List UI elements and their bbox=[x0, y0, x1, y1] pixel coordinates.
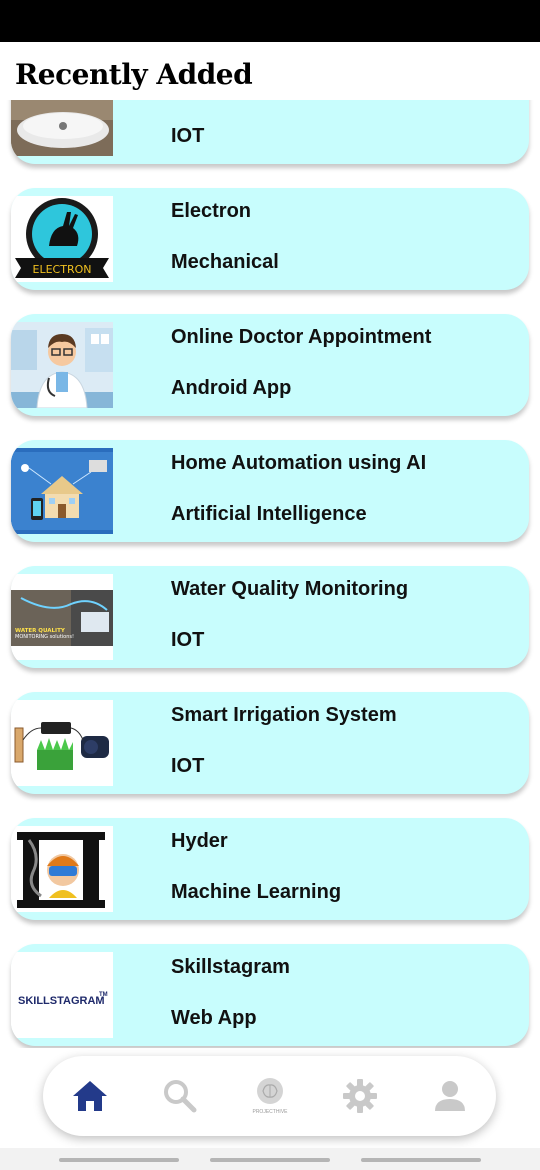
gear-icon bbox=[343, 1079, 377, 1113]
nav-projects-caption: PROJECTHIVE bbox=[252, 1109, 288, 1115]
nav-projects-button[interactable]: PROJECTHIVE bbox=[250, 1076, 290, 1116]
irrigation-thumbnail bbox=[11, 700, 113, 786]
search-icon bbox=[164, 1080, 197, 1113]
status-bar bbox=[0, 0, 540, 42]
project-card[interactable]: Online Doctor Appointment Android App bbox=[11, 314, 529, 416]
hyder-logo-thumbnail bbox=[11, 826, 113, 912]
project-category: IOT bbox=[171, 755, 205, 777]
project-title: Hyder bbox=[171, 830, 228, 852]
project-card[interactable]: IOT bbox=[11, 100, 529, 164]
home-icon bbox=[73, 1081, 107, 1111]
project-list[interactable]: IOT ELECTRON Electron Mechanical Online … bbox=[0, 100, 540, 1048]
project-title: Water Quality Monitoring bbox=[171, 578, 409, 600]
project-category: IOT bbox=[171, 629, 205, 651]
gesture-segment bbox=[210, 1158, 330, 1162]
project-title: Electron bbox=[171, 200, 252, 222]
project-title: Smart Irrigation System bbox=[171, 704, 397, 726]
user-icon bbox=[435, 1081, 465, 1111]
project-category: Android App bbox=[171, 377, 292, 399]
gesture-segment bbox=[59, 1158, 179, 1162]
doctor-thumbnail bbox=[11, 322, 113, 408]
electron-logo-text: ELECTRON bbox=[33, 263, 92, 276]
water-quality-thumbnail: WATER QUALITY MONITORING solutions! bbox=[11, 574, 113, 660]
project-category: Machine Learning bbox=[171, 881, 342, 903]
project-card[interactable]: ELECTRON Electron Mechanical bbox=[11, 188, 529, 290]
project-card[interactable]: Hyder Machine Learning bbox=[11, 818, 529, 920]
trademark-text: TM bbox=[99, 992, 108, 998]
page-title: Recently Added bbox=[15, 58, 253, 91]
water-text-2: MONITORING solutions! bbox=[15, 634, 74, 640]
project-title: Skillstagram bbox=[171, 956, 290, 978]
project-card[interactable]: SKILLSTAGRAM TM Skillstagram Web App bbox=[11, 944, 529, 1046]
bottom-navigation: PROJECTHIVE bbox=[43, 1056, 496, 1136]
project-title: Online Doctor Appointment bbox=[171, 326, 432, 348]
project-category: Web App bbox=[171, 1007, 257, 1029]
project-card[interactable]: Smart Irrigation System IOT bbox=[11, 692, 529, 794]
skillstagram-logo-thumbnail: SKILLSTAGRAM TM bbox=[11, 952, 113, 1038]
project-category: Artificial Intelligence bbox=[171, 503, 367, 525]
smart-home-thumbnail bbox=[11, 448, 113, 534]
nav-home-button[interactable] bbox=[70, 1076, 110, 1116]
project-category: Mechanical bbox=[171, 251, 279, 273]
nav-settings-button[interactable] bbox=[340, 1076, 380, 1116]
project-title: Home Automation using AI bbox=[171, 452, 427, 474]
system-gesture-bar bbox=[0, 1148, 540, 1170]
gesture-segment bbox=[361, 1158, 481, 1162]
brain-icon bbox=[257, 1078, 283, 1104]
project-card[interactable]: Home Automation using AI Artificial Inte… bbox=[11, 440, 529, 542]
skillstagram-logo-text: SKILLSTAGRAM bbox=[18, 995, 105, 1007]
robot-vacuum-thumbnail bbox=[11, 100, 113, 156]
nav-search-button[interactable] bbox=[160, 1076, 200, 1116]
electron-logo-thumbnail: ELECTRON bbox=[11, 196, 113, 282]
project-category: IOT bbox=[171, 125, 205, 147]
nav-profile-button[interactable] bbox=[430, 1076, 470, 1116]
project-card[interactable]: WATER QUALITY MONITORING solutions! Wate… bbox=[11, 566, 529, 668]
